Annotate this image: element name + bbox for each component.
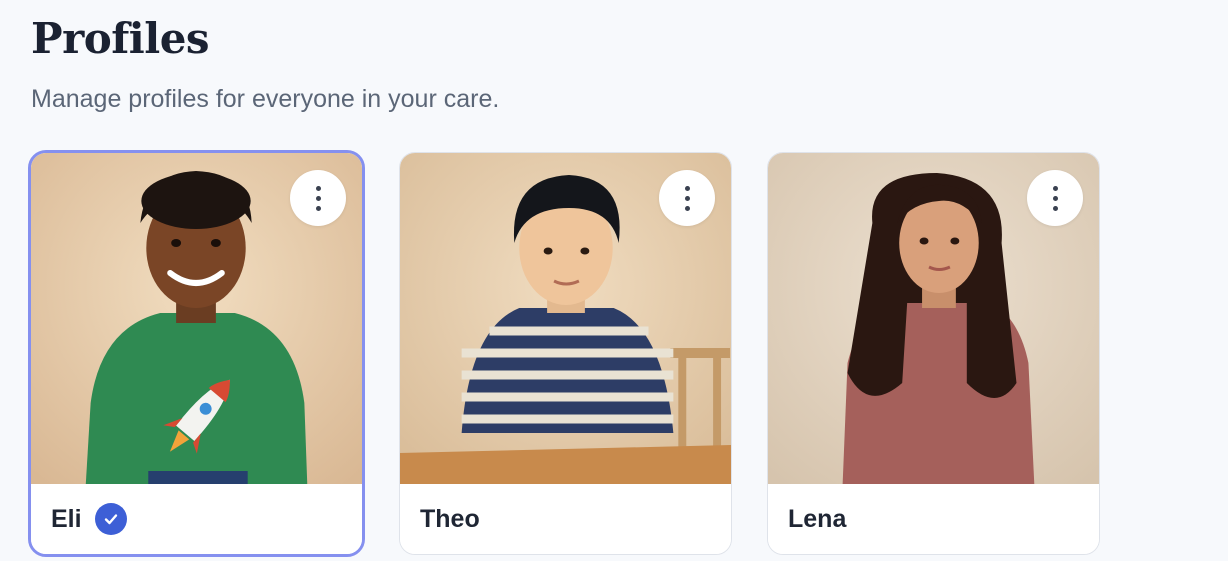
page-title: Profiles — [31, 14, 210, 63]
more-vertical-icon — [315, 185, 321, 191]
profile-name: Eli — [51, 504, 82, 533]
page-subtitle: Manage profiles for everyone in your car… — [31, 85, 500, 113]
profile-name-bar: Lena — [768, 484, 1099, 554]
more-vertical-icon — [684, 185, 690, 191]
profile-name-bar: Theo — [400, 484, 731, 554]
profile-menu-button[interactable] — [659, 170, 715, 226]
check-circle-icon — [94, 503, 127, 535]
more-vertical-icon-dot — [1052, 195, 1058, 201]
profile-name: Theo — [420, 504, 480, 533]
more-vertical-icon-dot — [684, 195, 690, 201]
more-vertical-icon-dot — [1052, 205, 1058, 211]
more-vertical-icon-dot — [684, 205, 690, 211]
profile-card-theo[interactable]: Theo — [399, 152, 732, 555]
profile-card-eli[interactable]: Eli — [28, 150, 365, 557]
more-vertical-icon — [1052, 185, 1058, 191]
profile-menu-button[interactable] — [290, 170, 346, 226]
more-vertical-icon-dot — [315, 205, 321, 211]
more-vertical-icon-dot — [315, 195, 321, 201]
profile-name: Lena — [788, 504, 847, 533]
profile-name-bar: Eli — [31, 484, 362, 554]
profile-card-lena[interactable]: Lena — [767, 152, 1100, 555]
profile-menu-button[interactable] — [1027, 170, 1083, 226]
